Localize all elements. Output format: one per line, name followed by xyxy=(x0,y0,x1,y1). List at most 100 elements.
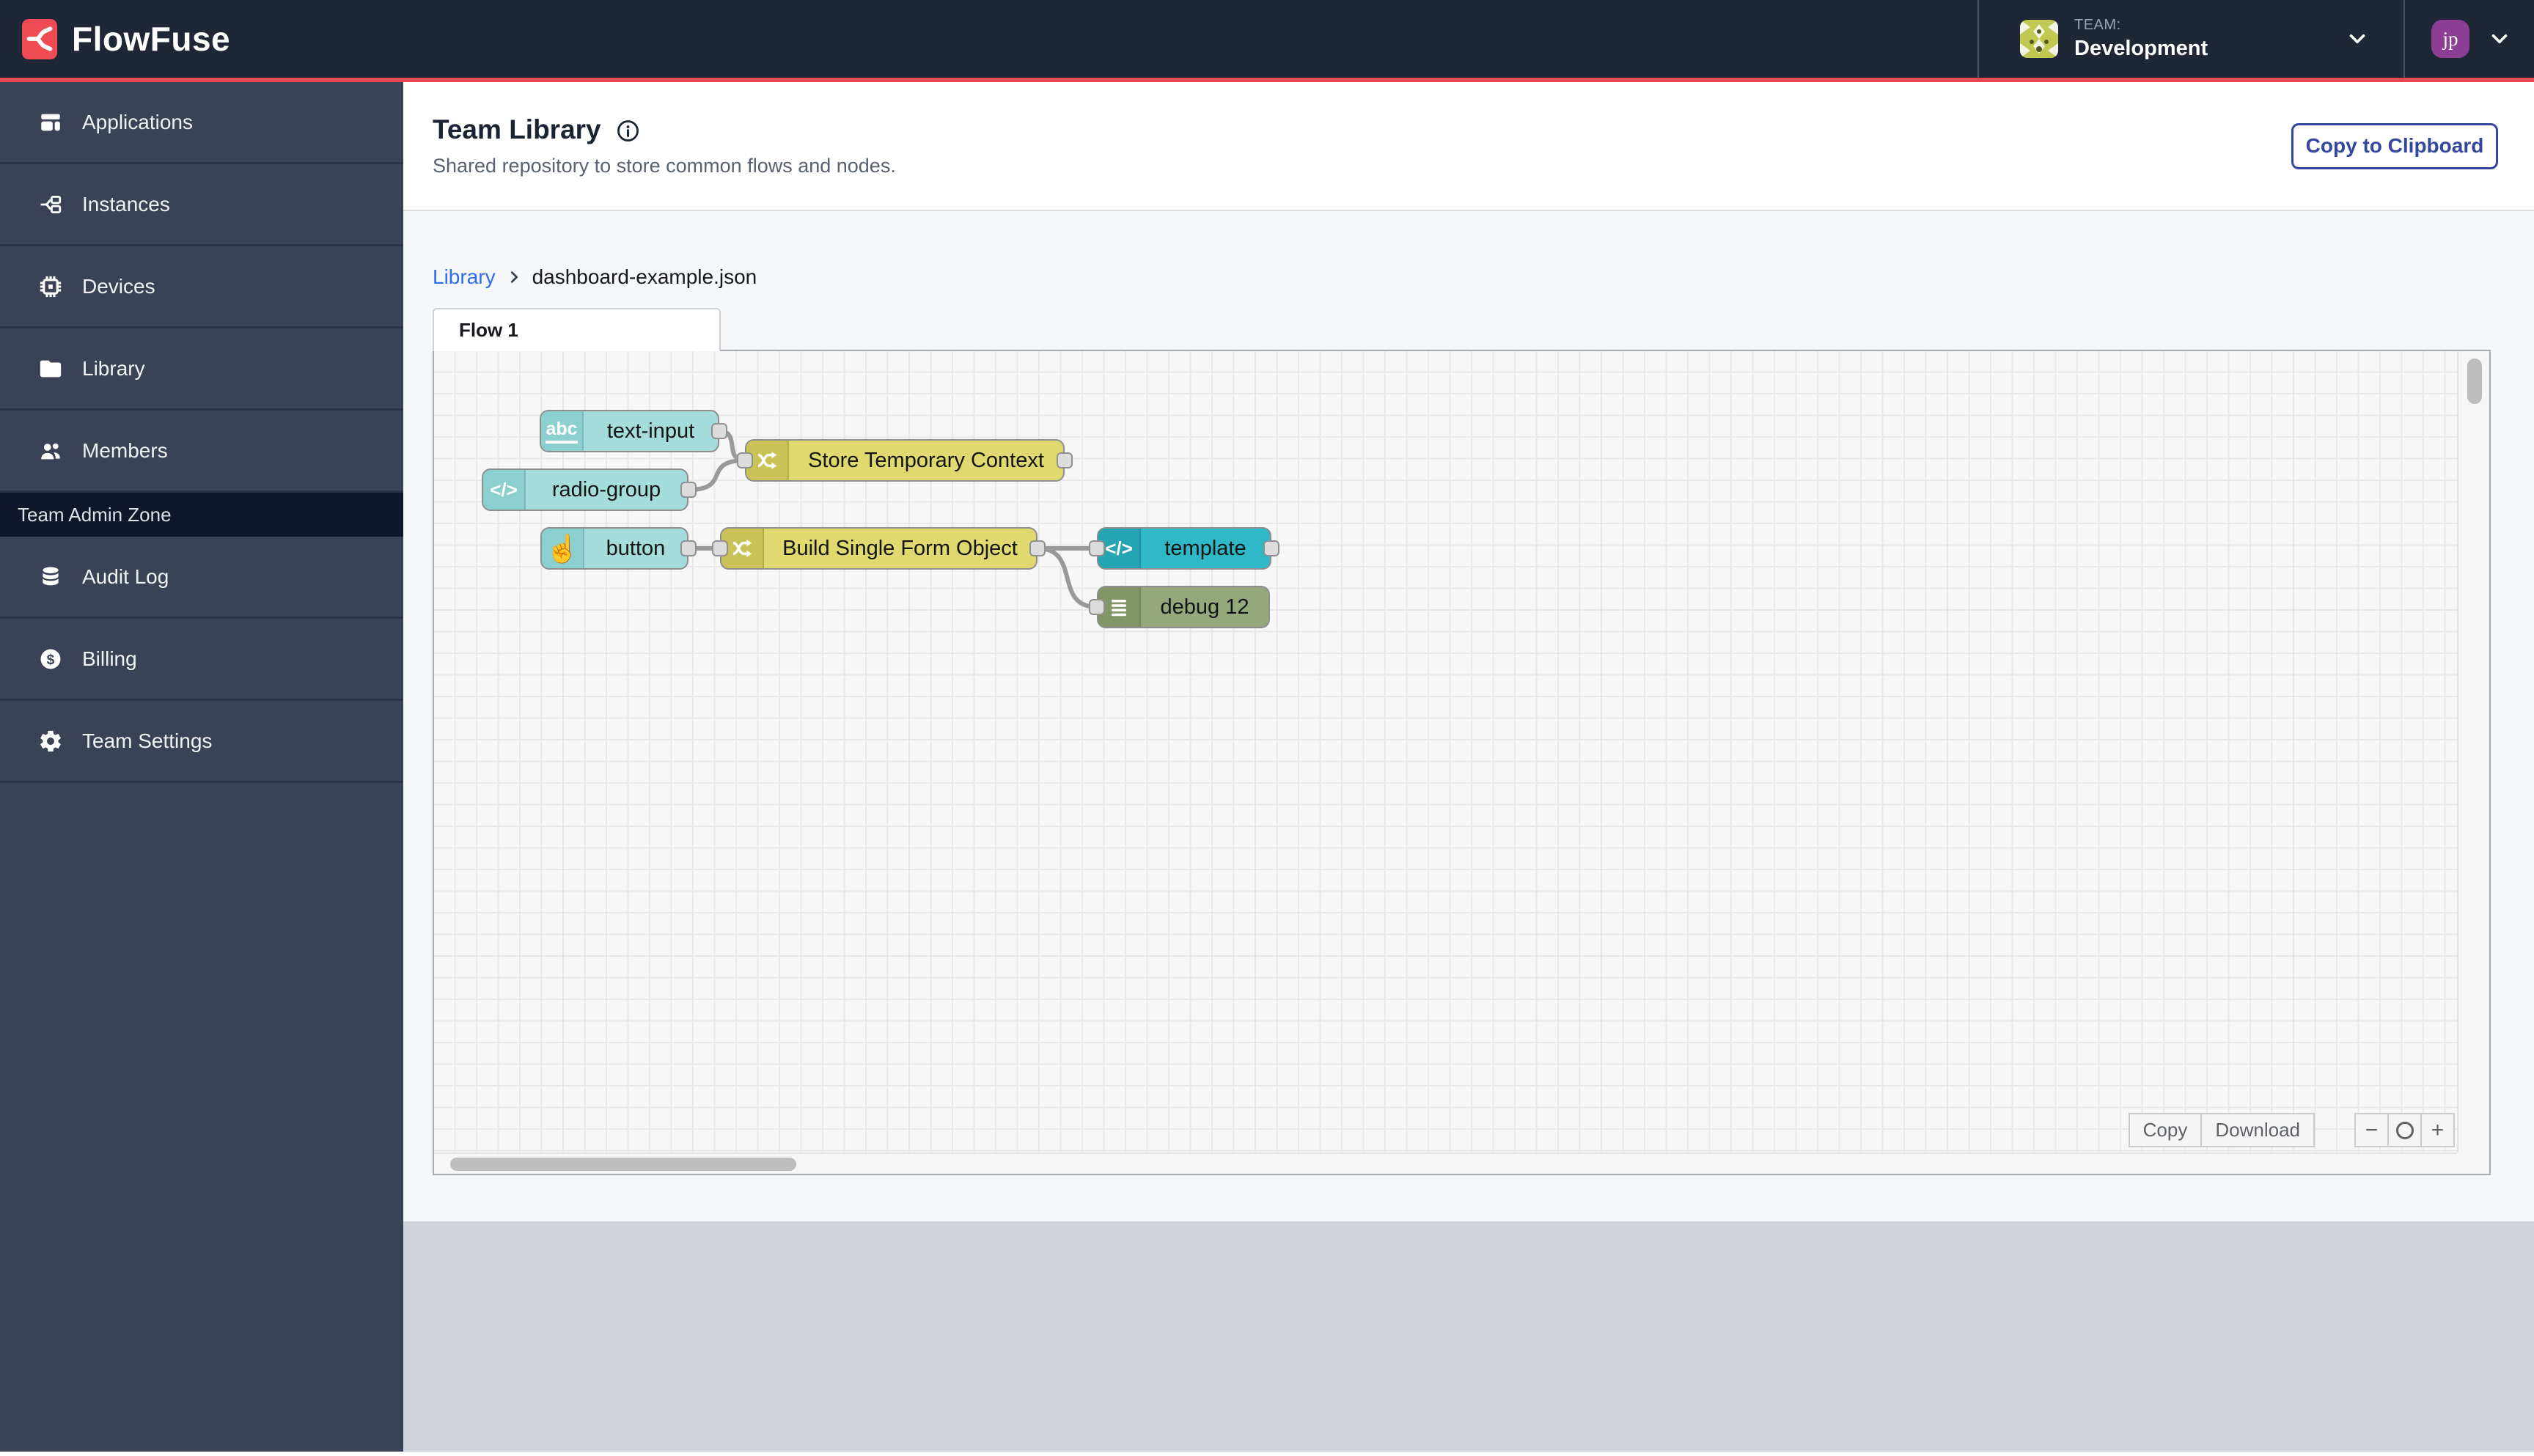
sidebar-item-members[interactable]: Members xyxy=(0,411,403,493)
flow-node-label: text-input xyxy=(606,419,695,443)
sidebar-item-label: Audit Log xyxy=(82,565,169,588)
user-avatar[interactable]: jp xyxy=(2431,20,2469,58)
billing-icon: $ xyxy=(38,647,63,672)
node-port-in[interactable] xyxy=(737,452,753,468)
svg-text:$: $ xyxy=(47,652,55,668)
zoom-in-button[interactable]: + xyxy=(2420,1113,2455,1147)
breadcrumb-current-file: dashboard-example.json xyxy=(532,265,757,288)
horizontal-scrollbar[interactable] xyxy=(434,1152,2457,1174)
tab-label: Flow 1 xyxy=(459,319,518,341)
team-settings-icon xyxy=(38,729,63,754)
node-port-out[interactable] xyxy=(1057,452,1073,468)
node-port-in[interactable] xyxy=(712,540,728,556)
zoom-reset-button[interactable] xyxy=(2387,1113,2422,1147)
sidebar-item-library[interactable]: Library xyxy=(0,328,403,411)
export-controls: Copy Download xyxy=(2128,1113,2315,1147)
flow-node-template[interactable]: </> template xyxy=(1097,527,1271,570)
team-admin-zone-label: Team Admin Zone xyxy=(18,503,172,526)
copy-to-clipboard-button[interactable]: Copy to Clipboard xyxy=(2291,122,2498,169)
devices-icon xyxy=(38,274,63,299)
footer-band xyxy=(403,1221,2534,1452)
library-icon xyxy=(38,356,63,381)
node-port-in[interactable] xyxy=(1089,540,1105,556)
sidebar-item-label: Team Settings xyxy=(82,729,213,752)
sidebar-item-billing[interactable]: $ Billing xyxy=(0,619,403,701)
flow-node-button[interactable]: ☝ button xyxy=(540,527,688,570)
user-menu[interactable]: jp xyxy=(2405,0,2534,78)
team-name: Development xyxy=(2074,36,2208,60)
sidebar-item-label: Library xyxy=(82,356,145,380)
flow-node-label: button xyxy=(606,536,666,560)
top-header: FlowFuse TEAM: Development jp xyxy=(0,0,2534,82)
download-flow-button[interactable]: Download xyxy=(2200,1113,2315,1147)
vertical-scrollbar[interactable] xyxy=(2457,351,2489,1152)
library-section: Library dashboard-example.json Flow 1 ab… xyxy=(403,211,2534,1221)
flow-node-debug-12[interactable]: debug 12 xyxy=(1097,586,1270,628)
tab-flow-1[interactable]: Flow 1 xyxy=(433,308,721,351)
node-port-out[interactable] xyxy=(680,482,697,498)
wire-build-single-form-object-to-debug-12[interactable] xyxy=(1035,546,1099,609)
team-label: TEAM: xyxy=(2074,16,2121,33)
instances-icon xyxy=(38,192,63,217)
sidebar-item-label: Billing xyxy=(82,647,137,670)
zoom-reset-circle-icon xyxy=(2395,1121,2414,1139)
breadcrumb: Library dashboard-example.json xyxy=(433,265,2534,289)
sidebar-item-instances[interactable]: Instances xyxy=(0,164,403,246)
sidebar: Applications Instances Devices Library Membe… xyxy=(0,82,403,1452)
zoom-controls: − + xyxy=(2354,1113,2455,1147)
code-icon: </> xyxy=(483,470,526,510)
flowfuse-logo-icon xyxy=(22,18,57,59)
sidebar-item-label: Members xyxy=(82,438,168,462)
header-right: TEAM: Development jp xyxy=(1977,0,2534,78)
flow-canvas[interactable]: abc text-input </> radio-group Store Tempora… xyxy=(433,350,2491,1175)
brand[interactable]: FlowFuse xyxy=(0,18,231,59)
team-text: TEAM: Development xyxy=(2074,17,2208,61)
flow-node-label: Build Single Form Object xyxy=(782,536,1018,560)
chevron-down-icon[interactable] xyxy=(2345,26,2370,51)
chevron-down-icon[interactable] xyxy=(2487,26,2512,51)
pointer-icon: ☝ xyxy=(542,529,584,568)
team-admin-zone-band: Team Admin Zone xyxy=(0,493,403,537)
sidebar-item-team-settings[interactable]: Team Settings xyxy=(0,701,403,783)
members-icon xyxy=(38,438,63,463)
page-header: Team Library Shared repository to store … xyxy=(403,82,2534,211)
sidebar-item-audit-log[interactable]: Audit Log xyxy=(0,537,403,619)
audit-log-icon xyxy=(38,565,63,589)
page-header-titles: Team Library Shared repository to store … xyxy=(433,114,896,177)
node-port-out[interactable] xyxy=(711,423,727,439)
flow-node-label: radio-group xyxy=(551,477,661,501)
flow-node-label: template xyxy=(1164,536,1246,560)
applications-icon xyxy=(38,110,63,135)
brand-name: FlowFuse xyxy=(72,20,231,58)
flow-node-text-input[interactable]: abc text-input xyxy=(540,410,719,452)
info-icon[interactable] xyxy=(616,119,640,143)
zoom-out-button[interactable]: − xyxy=(2354,1113,2389,1147)
flow-node-label: debug 12 xyxy=(1160,595,1249,619)
node-port-out[interactable] xyxy=(1029,540,1046,556)
sidebar-item-label: Instances xyxy=(82,192,170,216)
wires-layer xyxy=(686,429,1099,609)
sidebar-item-devices[interactable]: Devices xyxy=(0,246,403,328)
copy-flow-button[interactable]: Copy xyxy=(2128,1113,2203,1147)
sidebar-item-applications[interactable]: Applications xyxy=(0,82,403,164)
sidebar-admin-nav: Audit Log $ Billing Team Settings xyxy=(0,537,403,783)
chevron-right-icon xyxy=(510,271,518,283)
flow-node-store-temporary-context[interactable]: Store Temporary Context xyxy=(745,439,1065,482)
flowfuse-app: FlowFuse TEAM: Development jp Applicatio… xyxy=(0,0,2534,1456)
sidebar-main-nav: Applications Instances Devices Library Membe… xyxy=(0,82,403,493)
page-title: Team Library xyxy=(433,114,601,144)
team-selector[interactable]: TEAM: Development xyxy=(1977,0,2405,78)
sidebar-item-label: Applications xyxy=(82,110,193,133)
main-column: Team Library Shared repository to store … xyxy=(403,82,2534,1452)
node-port-in[interactable] xyxy=(1089,599,1105,615)
vertical-scrollbar-thumb[interactable] xyxy=(2467,359,2482,404)
flow-node-build-single-form-object[interactable]: Build Single Form Object xyxy=(720,527,1038,570)
team-avatar xyxy=(2020,20,2058,58)
flow-node-radio-group[interactable]: </> radio-group xyxy=(482,468,688,511)
node-port-out[interactable] xyxy=(680,540,697,556)
horizontal-scrollbar-thumb[interactable] xyxy=(450,1158,796,1171)
node-port-out[interactable] xyxy=(1263,540,1279,556)
breadcrumb-library-link[interactable]: Library xyxy=(433,265,496,289)
flow-node-label: Store Temporary Context xyxy=(808,448,1044,472)
sidebar-item-label: Devices xyxy=(82,274,155,298)
